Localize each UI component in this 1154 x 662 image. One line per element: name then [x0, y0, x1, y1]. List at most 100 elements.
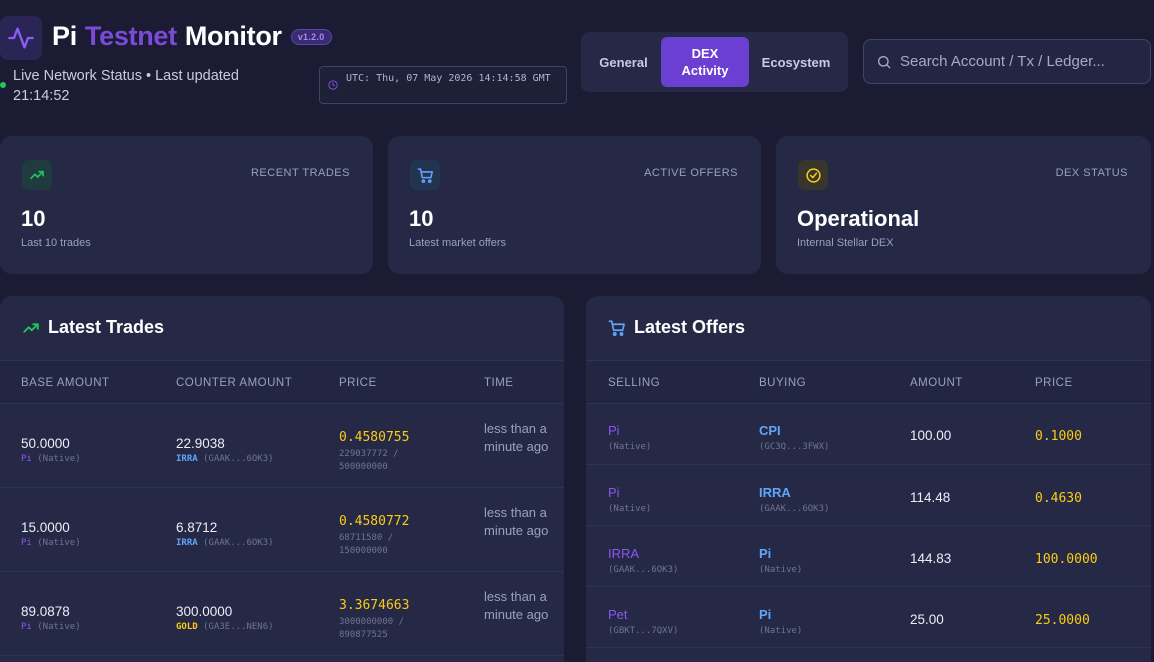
- counter-amount: 300.0000: [176, 604, 233, 619]
- counter-amount-cell: 6.8712 IRRA (GAAK...6OK3): [176, 520, 274, 548]
- table-row[interactable]: 15.0000 Pi (Native) 6.8712 IRRA (GAAK...…: [0, 488, 564, 572]
- stat-icon-box: [22, 160, 52, 190]
- column-header: SELLING: [608, 377, 661, 389]
- buying-asset[interactable]: Pi: [759, 546, 802, 561]
- stat-card-active-offers: ACTIVE OFFERS 10 Latest market offers: [388, 136, 761, 274]
- selling-asset[interactable]: IRRA: [608, 546, 678, 561]
- stat-icon-box: [410, 160, 440, 190]
- stat-sub: Internal Stellar DEX: [797, 237, 894, 249]
- buying-issuer: (Native): [759, 626, 803, 636]
- tab-general[interactable]: General: [586, 37, 661, 87]
- search-input[interactable]: [900, 53, 1150, 70]
- price-cell: 0.4580755 229037772 / 500000000: [339, 430, 429, 474]
- buying-asset[interactable]: CPI: [759, 423, 829, 438]
- table-row[interactable]: IRRA (GAAK...6OK3) Pi (Native) 144.83 10…: [586, 526, 1151, 587]
- selling-issuer: (Native): [608, 504, 652, 514]
- selling-issuer: (Native): [608, 442, 652, 452]
- table-row[interactable]: Pi (Native) CPI (GC3Q...3FWX) 100.00 0.1…: [586, 404, 1151, 465]
- price-value: 0.4580772: [339, 514, 410, 529]
- trending-up-icon: [23, 322, 39, 333]
- selling-asset[interactable]: Pi: [608, 485, 651, 500]
- live-indicator-dot: [0, 82, 6, 88]
- column-header: BASE AMOUNT: [21, 377, 110, 389]
- offer-amount: 100.00: [910, 428, 952, 443]
- offer-price: 0.1000: [1035, 429, 1082, 444]
- counter-amount-cell: 22.9038 IRRA (GAAK...6OK3): [176, 436, 274, 464]
- buying-cell: Pi (Native): [759, 546, 802, 575]
- asset-code: Pi: [21, 622, 32, 632]
- base-amount-cell: 89.0878 Pi (Native): [21, 604, 81, 632]
- search-box: [863, 39, 1151, 84]
- column-header: TIME: [484, 377, 514, 389]
- tab-ecosystem[interactable]: Ecosystem: [749, 37, 843, 87]
- asset-code[interactable]: IRRA: [176, 538, 198, 548]
- app-logo: [0, 16, 42, 60]
- buying-issuer: (Native): [759, 565, 803, 575]
- latest-trades-panel: Latest Trades BASE AMOUNT COUNTER AMOUNT…: [0, 296, 564, 662]
- price-value: 3.3674663: [339, 598, 410, 613]
- panel-title: Latest Trades: [22, 317, 164, 338]
- offer-price: 100.0000: [1035, 552, 1098, 567]
- title-word-pi: Pi: [52, 21, 77, 51]
- selling-cell: IRRA (GAAK...6OK3): [608, 546, 678, 575]
- selling-issuer: (GBKT...7QXV): [608, 626, 679, 636]
- column-header: PRICE: [339, 377, 377, 389]
- asset-issuer: (GA3E...NEN6): [203, 622, 274, 632]
- table-row[interactable]: 89.0878 Pi (Native) 300.0000 GOLD (GA3E.…: [0, 572, 564, 656]
- stat-card-recent-trades: RECENT TRADES 10 Last 10 trades: [0, 136, 373, 274]
- table-header: SELLING BUYING AMOUNT PRICE: [586, 360, 1151, 404]
- column-header: COUNTER AMOUNT: [176, 377, 293, 389]
- offer-price: 0.4630: [1035, 491, 1082, 506]
- stat-label: ACTIVE OFFERS: [644, 167, 738, 179]
- asset-code[interactable]: GOLD: [176, 622, 198, 632]
- base-amount: 89.0878: [21, 604, 70, 619]
- table-row[interactable]: Pet (GBKT...7QXV) Pi (Native) 25.00 25.0…: [586, 587, 1151, 648]
- price-fraction: 68711580 / 150000000: [339, 533, 394, 556]
- asset-issuer: (Native): [37, 454, 81, 464]
- price-cell: 0.4580772 68711580 / 150000000: [339, 514, 429, 558]
- trending-up-icon: [30, 170, 44, 180]
- panel-title-text: Latest Offers: [634, 317, 746, 337]
- table-row[interactable]: 50.0000 Pi (Native) 22.9038 IRRA (GAAK..…: [0, 404, 564, 488]
- selling-asset[interactable]: Pet: [608, 607, 678, 622]
- stat-value: 10: [21, 206, 46, 231]
- check-circle-icon: [805, 167, 821, 183]
- counter-amount: 6.8712: [176, 520, 218, 535]
- selling-cell: Pet (GBKT...7QXV): [608, 607, 678, 636]
- utc-time-text: UTC: Thu, 07 May 2026 14:14:58 GMT: [346, 73, 551, 84]
- buying-issuer: (GAAK...6OK3): [759, 504, 830, 514]
- offer-price: 25.0000: [1035, 613, 1090, 628]
- stat-sub: Latest market offers: [409, 237, 507, 249]
- activity-icon: [8, 27, 34, 49]
- buying-asset[interactable]: IRRA: [759, 485, 829, 500]
- stat-label: RECENT TRADES: [250, 167, 350, 179]
- asset-code: Pi: [21, 454, 32, 464]
- table-row[interactable]: Pi (Native) IRRA (GAAK...6OK3) 114.48 0.…: [586, 465, 1151, 526]
- stat-value: 10: [409, 206, 434, 231]
- asset-code[interactable]: IRRA: [176, 454, 198, 464]
- buying-asset[interactable]: Pi: [759, 607, 802, 622]
- column-header: BUYING: [759, 377, 807, 389]
- stat-value: Operational: [797, 206, 920, 231]
- view-tabs: General DEX Activity Ecosystem: [581, 32, 848, 92]
- selling-asset[interactable]: Pi: [608, 423, 651, 438]
- asset-issuer: (GAAK...6OK3): [203, 454, 274, 464]
- column-header: AMOUNT: [910, 377, 963, 389]
- title-word-monitor: Monitor: [184, 21, 282, 51]
- offer-amount: 114.48: [910, 490, 951, 505]
- version-badge: v1.2.0: [290, 28, 332, 45]
- tab-dex-activity[interactable]: DEX Activity: [661, 37, 749, 87]
- asset-issuer: (Native): [37, 622, 81, 632]
- offer-amount: 144.83: [910, 551, 952, 566]
- clock-icon: [328, 80, 338, 90]
- table-header: BASE AMOUNT COUNTER AMOUNT PRICE TIME: [0, 360, 564, 404]
- cart-icon: [417, 167, 433, 183]
- stat-card-dex-status: DEX STATUS Operational Internal Stellar …: [776, 136, 1151, 274]
- asset-issuer: (Native): [37, 538, 81, 548]
- selling-cell: Pi (Native): [608, 485, 651, 514]
- base-amount-cell: 15.0000 Pi (Native): [21, 520, 81, 548]
- buying-issuer: (GC3Q...3FWX): [759, 442, 830, 452]
- buying-cell: CPI (GC3Q...3FWX): [759, 423, 829, 452]
- panel-title-text: Latest Trades: [48, 317, 165, 337]
- counter-amount: 22.9038: [176, 436, 225, 451]
